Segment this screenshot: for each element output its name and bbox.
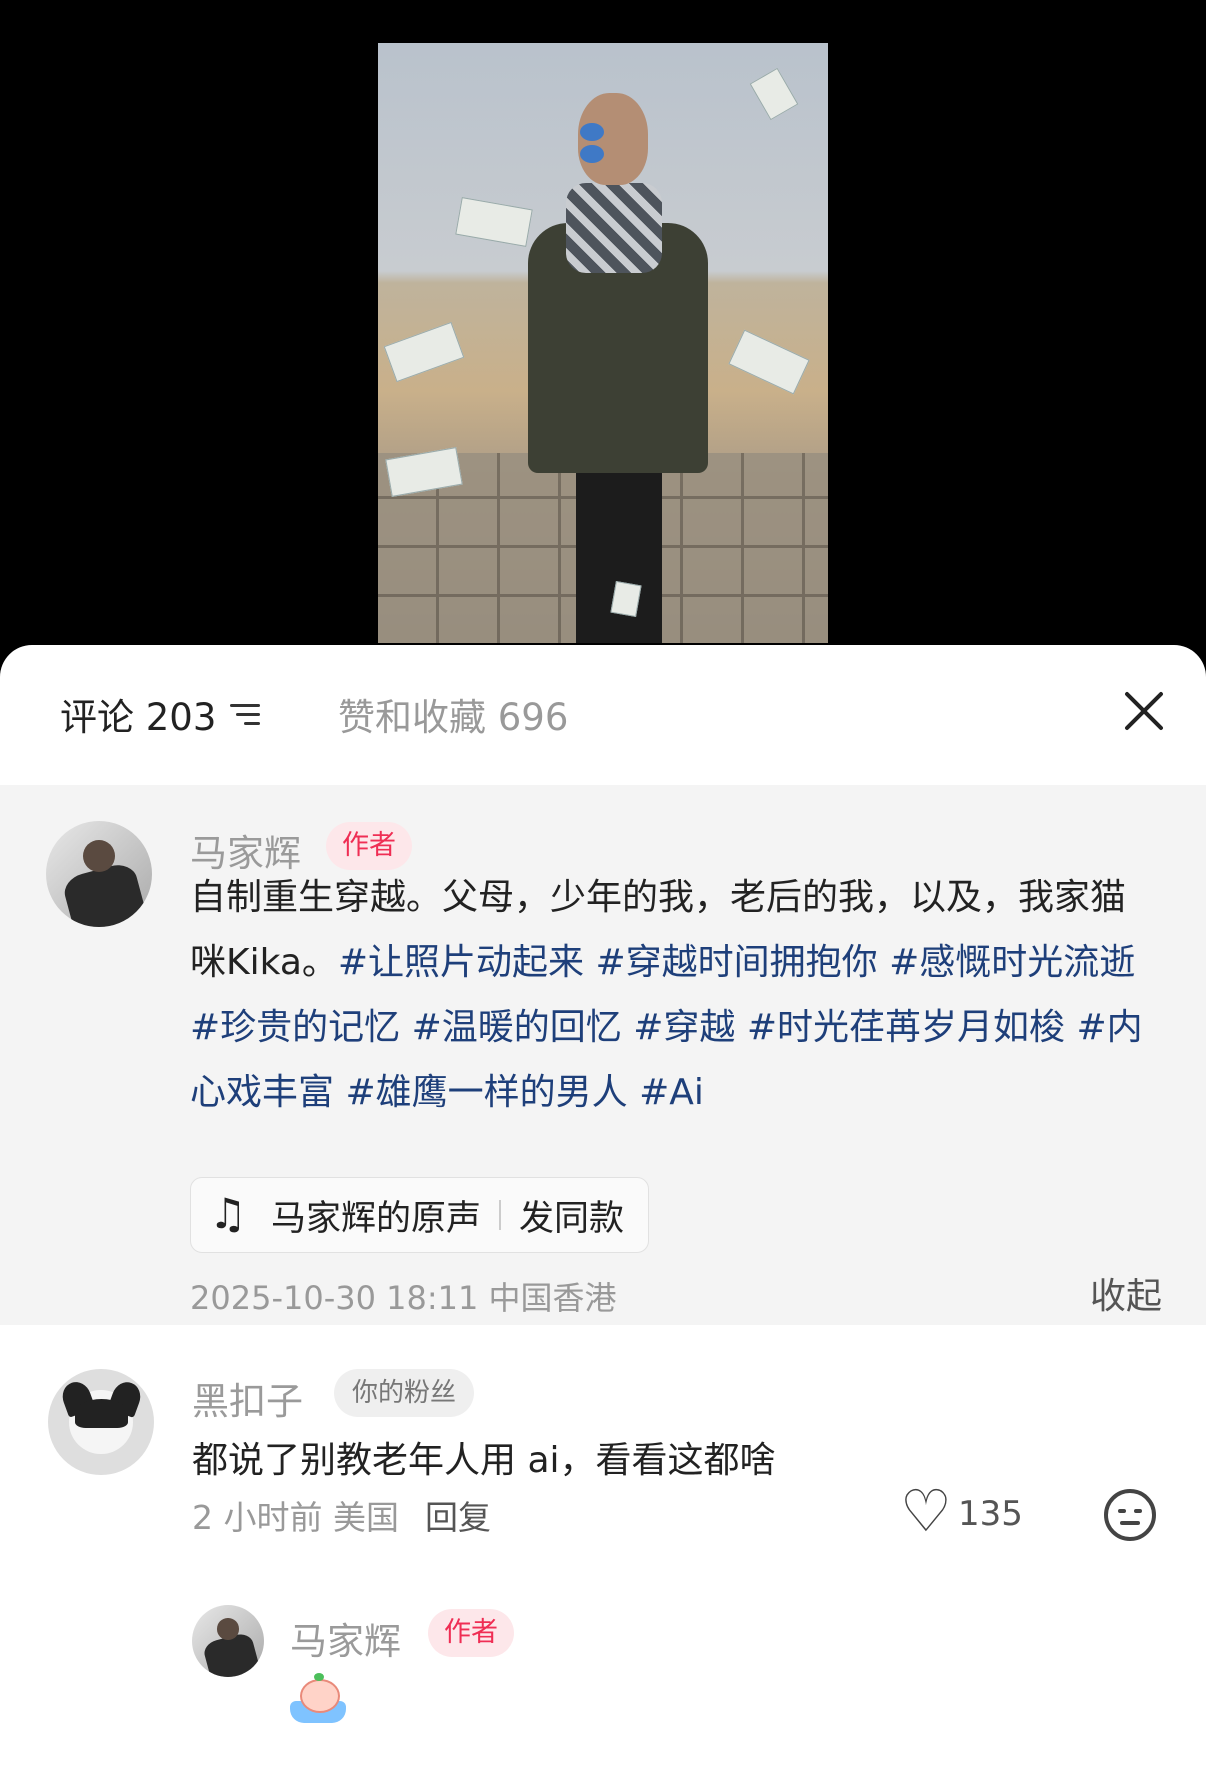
hashtag[interactable]: #雄鹰一样的男人 [345, 1072, 627, 1113]
video-frame[interactable] [378, 43, 828, 643]
tab-likes-and-favorites[interactable]: 赞和收藏 696 [338, 687, 568, 741]
comment-time-location: 2 小时前 美国 [192, 1498, 399, 1537]
commenter-name[interactable]: 黑扣子 [192, 1371, 303, 1425]
post-date-location: 2025-10-30 18:11 中国香港 [190, 1279, 617, 1317]
hashtag[interactable]: #让照片动起来 [338, 942, 584, 983]
reply-author-badge: 作者 [428, 1609, 514, 1657]
original-sound-chip[interactable]: 马家辉的原声 发同款 [190, 1177, 650, 1253]
person-legs [576, 453, 662, 643]
flying-banknote [749, 67, 799, 121]
reply-item: 马家辉 作者 [0, 1595, 1206, 1787]
hashtag[interactable]: #珍贵的记忆 [190, 1007, 400, 1048]
hashtag[interactable]: #穿越时间拥抱你 [596, 942, 878, 983]
reply-author-name[interactable]: 马家辉 [290, 1611, 401, 1665]
comment-text[interactable]: 都说了别教老年人用 ai，看看这都啥 [192, 1431, 776, 1483]
like-button[interactable]: 135 [900, 1477, 1023, 1545]
reply-sticker [290, 1673, 346, 1723]
heart-icon[interactable] [900, 1477, 952, 1545]
comments-tabs: 评论 203 赞和收藏 696 [0, 645, 1206, 785]
close-icon[interactable] [1122, 689, 1166, 733]
hashtag[interactable]: #温暖的回忆 [412, 1007, 622, 1048]
person-scarf [566, 183, 662, 273]
hashtag[interactable]: #穿越 [633, 1007, 735, 1048]
video-person [528, 93, 708, 643]
commenter-avatar[interactable] [48, 1369, 154, 1475]
comment-meta: 2 小时前 美国 回复 [192, 1491, 491, 1539]
video-player[interactable] [0, 0, 1206, 660]
flying-banknote [728, 329, 810, 395]
emoji-icon[interactable] [1104, 1489, 1156, 1541]
hashtag[interactable]: #感慨时光流逝 [889, 942, 1135, 983]
fan-badge: 你的粉丝 [334, 1369, 475, 1417]
reply-button[interactable]: 回复 [425, 1498, 491, 1537]
like-count: 135 [958, 1494, 1023, 1534]
sort-icon[interactable] [226, 699, 261, 729]
flying-banknote [455, 197, 533, 247]
comments-sheet: 评论 203 赞和收藏 696 马家辉 作者 自制重生穿越。父母，少年的我，老后… [0, 645, 1206, 1787]
reply-author-avatar[interactable] [192, 1605, 264, 1677]
post-text: 自制重生穿越。父母，少年的我，老后的我，以及，我家猫咪Kika。#让照片动起来 … [190, 865, 1150, 1125]
hashtag[interactable]: #时光荏苒岁月如梭 [747, 1007, 1065, 1048]
flying-banknote [610, 580, 642, 618]
tab-comments-label: 评论 203 [60, 696, 217, 739]
music-divider [499, 1200, 502, 1230]
collapse-button[interactable]: 收起 [1090, 1267, 1162, 1319]
flying-banknote [383, 321, 465, 383]
comment-item: 黑扣子 你的粉丝 都说了别教老年人用 ai，看看这都啥 2 小时前 美国回复 1… [0, 1325, 1206, 1595]
author-badge: 作者 [326, 822, 412, 870]
music-title[interactable]: 马家辉的原声 [271, 1190, 481, 1241]
music-note-icon [209, 1189, 249, 1238]
person-glasses [580, 123, 646, 163]
hashtag[interactable]: #Ai [639, 1072, 704, 1113]
author-avatar[interactable] [46, 821, 152, 927]
post-description: 马家辉 作者 自制重生穿越。父母，少年的我，老后的我，以及，我家猫咪Kika。#… [0, 785, 1206, 1325]
use-sound-button[interactable]: 发同款 [519, 1190, 624, 1241]
tab-comments[interactable]: 评论 203 [60, 687, 261, 741]
